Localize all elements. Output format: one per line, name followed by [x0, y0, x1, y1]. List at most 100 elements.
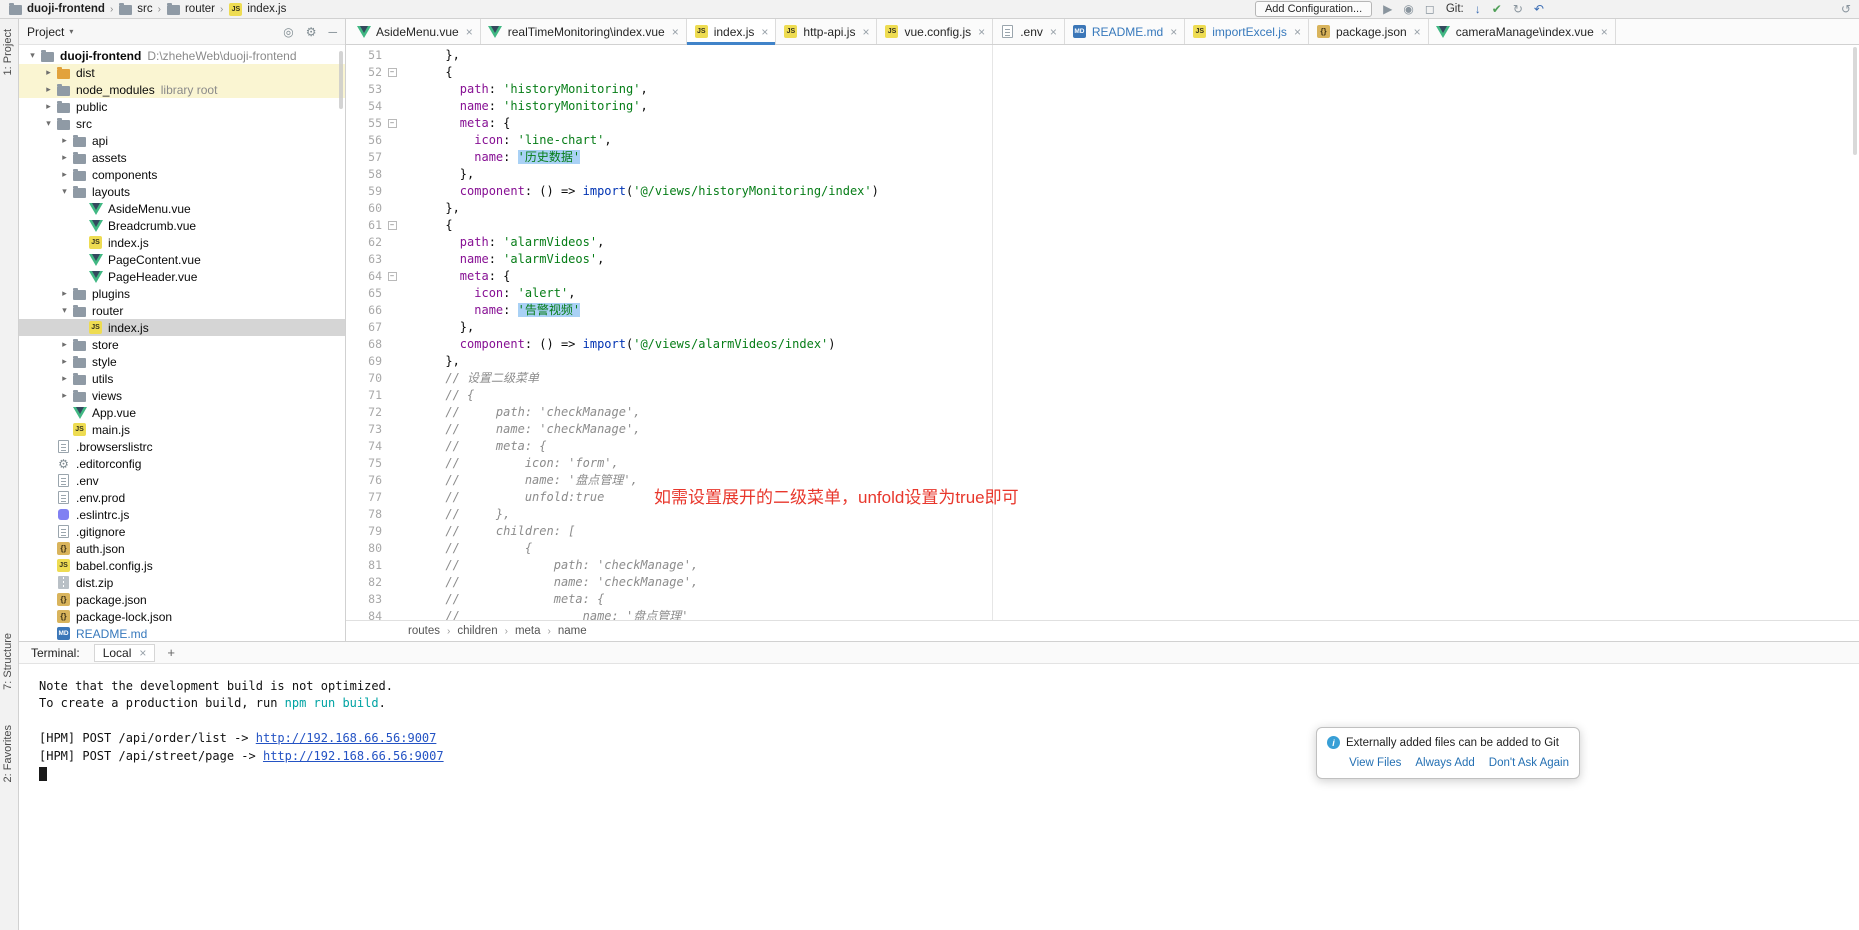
hide-icon[interactable]: ─	[328, 25, 337, 39]
editor-tab[interactable]: JSindex.js×	[687, 19, 777, 44]
sync-icon[interactable]: ↺	[1841, 3, 1851, 15]
tree-item[interactable]: JSindex.js	[19, 234, 345, 251]
tree-expand-arrow[interactable]: ▾	[57, 186, 72, 197]
fold-icon[interactable]: −	[388, 68, 397, 77]
tree-item[interactable]: JSmain.js	[19, 421, 345, 438]
tree-expand-arrow[interactable]: ▾	[57, 305, 72, 316]
tree-item[interactable]: ▾src	[19, 115, 345, 132]
editor-tab[interactable]: JSvue.config.js×	[877, 19, 993, 44]
tree-expand-arrow[interactable]: ▸	[41, 67, 56, 78]
tree-expand-arrow[interactable]: ▾	[41, 118, 56, 129]
commit-icon[interactable]: ✔	[1492, 3, 1502, 15]
gear-icon[interactable]: ⚙	[306, 25, 317, 39]
tree-item[interactable]: dist.zip	[19, 574, 345, 591]
coverage-icon[interactable]: ◻	[1425, 3, 1435, 15]
scrollbar-thumb[interactable]	[1853, 47, 1857, 155]
tree-item[interactable]: ▸plugins	[19, 285, 345, 302]
add-configuration-button[interactable]: Add Configuration...	[1255, 1, 1372, 17]
run-icon[interactable]: ▶	[1383, 3, 1392, 15]
update-project-icon[interactable]: ↓	[1475, 3, 1481, 15]
tree-expand-arrow[interactable]: ▾	[25, 50, 40, 61]
breadcrumb-item[interactable]: src	[116, 2, 154, 16]
tree-item[interactable]: ▸views	[19, 387, 345, 404]
close-icon[interactable]: ×	[978, 25, 985, 39]
terminal-tab-local[interactable]: Local ×	[94, 644, 156, 662]
editor-tab[interactable]: {}package.json×	[1309, 19, 1429, 44]
tree-expand-arrow[interactable]: ▸	[57, 169, 72, 180]
fold-icon[interactable]: −	[388, 119, 397, 128]
tree-item[interactable]: ▸api	[19, 132, 345, 149]
tree-item[interactable]: ▸node_moduleslibrary root	[19, 81, 345, 98]
tree-expand-arrow[interactable]: ▸	[57, 356, 72, 367]
breadcrumb-item[interactable]: JSindex.js	[226, 2, 288, 16]
tree-item[interactable]: ▸style	[19, 353, 345, 370]
tree-item[interactable]: .browserslistrc	[19, 438, 345, 455]
tree-item[interactable]: .eslintrc.js	[19, 506, 345, 523]
editor-tab[interactable]: realTimeMonitoring\index.vue×	[481, 19, 687, 44]
close-icon[interactable]: ×	[862, 25, 869, 39]
tree-item[interactable]: ▸store	[19, 336, 345, 353]
terminal-link[interactable]: http://192.168.66.56:9007	[263, 749, 444, 763]
scrollbar-thumb[interactable]	[339, 51, 343, 109]
tree-item[interactable]: JSbabel.config.js	[19, 557, 345, 574]
plus-icon[interactable]: +	[167, 645, 175, 660]
tree-expand-arrow[interactable]: ▸	[57, 373, 72, 384]
tool-button-favorites[interactable]: 2: Favorites	[2, 725, 14, 782]
debug-icon[interactable]: ◉	[1403, 3, 1413, 15]
tree-item[interactable]: ▸public	[19, 98, 345, 115]
tree-item[interactable]: ▾duoji-frontendD:\zheheWeb\duoji-fronten…	[19, 47, 345, 64]
close-icon[interactable]: ×	[139, 646, 146, 660]
tree-item[interactable]: ▸assets	[19, 149, 345, 166]
terminal-link[interactable]: http://192.168.66.56:9007	[256, 731, 437, 745]
editor-tab[interactable]: JSimportExcel.js×	[1185, 19, 1309, 44]
editor-tab[interactable]: AsideMenu.vue×	[349, 19, 481, 44]
close-icon[interactable]: ×	[466, 25, 473, 39]
tree-item[interactable]: PageHeader.vue	[19, 268, 345, 285]
chevron-down-icon[interactable]: ▾	[69, 27, 73, 36]
editor-tab[interactable]: JShttp-api.js×	[776, 19, 877, 44]
locate-icon[interactable]: ◎	[283, 25, 293, 39]
tree-item[interactable]: .gitignore	[19, 523, 345, 540]
tree-item[interactable]: {}package.json	[19, 591, 345, 608]
tree-expand-arrow[interactable]: ▸	[57, 339, 72, 350]
tree-expand-arrow[interactable]: ▸	[57, 288, 72, 299]
view-files-link[interactable]: View Files	[1349, 757, 1401, 769]
tree-item[interactable]: ▾layouts	[19, 183, 345, 200]
tool-button-project[interactable]: 1: Project	[2, 29, 14, 75]
tree-item[interactable]: .env	[19, 472, 345, 489]
code-editor[interactable]: 51 },52− {53 path: 'historyMonitoring',5…	[346, 45, 1859, 620]
fold-icon[interactable]: −	[388, 272, 397, 281]
tree-item[interactable]: ▸utils	[19, 370, 345, 387]
tree-item[interactable]: Breadcrumb.vue	[19, 217, 345, 234]
close-icon[interactable]: ×	[761, 25, 768, 39]
breadcrumb-item[interactable]: duoji-frontend	[6, 2, 107, 16]
editor-tab[interactable]: cameraManage\index.vue×	[1429, 19, 1616, 44]
tree-item[interactable]: MDREADME.md	[19, 625, 345, 641]
close-icon[interactable]: ×	[1050, 25, 1057, 39]
tree-item[interactable]: ▸components	[19, 166, 345, 183]
tree-item[interactable]: JSindex.js	[19, 319, 345, 336]
tree-expand-arrow[interactable]: ▸	[41, 101, 56, 112]
tree-item[interactable]: ⚙.editorconfig	[19, 455, 345, 472]
tree-expand-arrow[interactable]: ▸	[57, 152, 72, 163]
breadcrumb-item[interactable]: meta	[515, 625, 541, 637]
always-add-link[interactable]: Always Add	[1415, 757, 1474, 769]
history-icon[interactable]: ↻	[1513, 3, 1523, 15]
breadcrumb-item[interactable]: routes	[408, 625, 440, 637]
terminal-output[interactable]: Note that the development build is not o…	[19, 664, 1859, 930]
tree-item[interactable]: ▾router	[19, 302, 345, 319]
editor-tab[interactable]: MDREADME.md×	[1065, 19, 1185, 44]
fold-icon[interactable]: −	[388, 221, 397, 230]
breadcrumb-item[interactable]: name	[558, 625, 587, 637]
breadcrumb-item[interactable]: router	[164, 2, 217, 16]
tree-item[interactable]: PageContent.vue	[19, 251, 345, 268]
tree-item[interactable]: ▸dist	[19, 64, 345, 81]
tree-item[interactable]: {}auth.json	[19, 540, 345, 557]
rollback-icon[interactable]: ↶	[1534, 3, 1544, 15]
tree-item[interactable]: .env.prod	[19, 489, 345, 506]
tree-item[interactable]: AsideMenu.vue	[19, 200, 345, 217]
tree-expand-arrow[interactable]: ▸	[57, 135, 72, 146]
close-icon[interactable]: ×	[1170, 25, 1177, 39]
terminal-title[interactable]: Terminal:	[31, 646, 80, 660]
tree-item[interactable]: App.vue	[19, 404, 345, 421]
